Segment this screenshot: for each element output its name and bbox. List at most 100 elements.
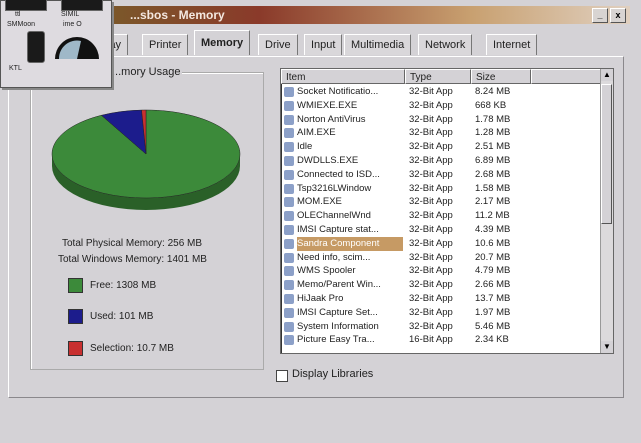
row-type: 32-Bit App [409,265,453,277]
row-type: 32-Bit App [409,141,453,153]
mini-cell-1 [5,0,47,11]
row-type: 32-Bit App [409,320,453,332]
row-item: Picture Easy Tra... [297,334,375,346]
row-type: 32-Bit App [409,237,453,249]
table-row[interactable]: IMSI Capture stat... 32-Bit App 4.39 MB [281,223,601,237]
row-size: 20.7 MB [475,251,511,263]
table-row[interactable]: Sandra Component 32-Bit App 10.6 MB [281,236,601,251]
table-row[interactable]: Socket Notificatio... 32-Bit App 8.24 MB [281,85,601,99]
row-size: 5.46 MB [475,320,511,332]
row-item: Norton AntiVirus [297,113,366,125]
row-type: 32-Bit App [409,155,453,166]
row-item: IMSI Capture Set... [297,306,378,318]
row-item: OLEChannelWnd [297,210,371,222]
tab-drive[interactable]: Drive [258,34,298,55]
process-icon [284,266,294,277]
process-icon [284,156,294,166]
table-row[interactable]: Norton AntiVirus 32-Bit App 1.78 MB [281,113,601,127]
memory-pie-chart [51,109,241,210]
table-row[interactable]: DWDLLS.EXE 32-Bit App 6.89 MB [281,154,601,168]
table-row[interactable]: Connected to ISD... 32-Bit App 2.68 MB [281,168,601,182]
process-icon [284,211,294,222]
tab-memory[interactable]: Memory [194,30,251,55]
window-title: ...sbos - Memory [130,8,225,22]
row-type: 32-Bit App [409,279,453,291]
process-list[interactable]: Item Type Size Socket Notificatio... 32-B… [280,68,614,354]
process-icon [284,87,294,97]
process-icon [284,294,294,304]
tab-network[interactable]: Network [418,34,473,55]
process-icon [284,252,294,263]
row-size: 1.78 MB [475,113,511,125]
table-row[interactable]: HiJaak Pro 32-Bit App 13.7 MB [281,292,601,306]
row-item: System Information [297,320,379,332]
row-size: 668 KB [475,99,507,111]
row-size: 1.58 MB [475,182,511,194]
table-row[interactable]: MOM.EXE 32-Bit App 2.17 MB [281,195,601,209]
row-type: 32-Bit App [409,306,453,318]
table-row[interactable]: OLEChannelWnd 32-Bit App 11.2 MB [281,209,601,223]
row-size: 11.2 MB [475,210,510,222]
table-row[interactable]: Need info, scim... 32-Bit App 20.7 MB [281,251,601,265]
table-row[interactable]: Memo/Parent Win... 32-Bit App 2.66 MB [281,278,601,292]
column-item[interactable]: Item [281,69,405,84]
display-libraries-label[interactable]: Display Libraries [292,368,373,380]
column-size[interactable]: Size [471,69,531,84]
process-icon [284,307,294,318]
display-libraries-checkbox[interactable] [276,370,288,382]
table-row[interactable]: Idle 32-Bit App 2.51 MB [281,140,601,154]
scroll-up-button[interactable]: ▲ [601,69,613,81]
row-item: Tsp3216LWindow [297,182,372,194]
row-item: WMS Spooler [297,265,356,277]
memory-usage-label: ...mory Usage [110,66,183,78]
tab-printer[interactable]: Printer [142,34,189,55]
table-row[interactable]: AIM.EXE 32-Bit App 1.28 MB [281,126,601,140]
selection-swatch [68,341,83,356]
row-size: 13.7 MB [475,293,511,304]
scroll-down-button[interactable]: ▼ [601,341,613,353]
row-item: IMSI Capture stat... [297,224,379,235]
row-item: Socket Notificatio... [297,86,379,97]
row-size: 2.66 MB [475,279,511,291]
tab-multimedia[interactable]: Multimedia [344,34,412,55]
row-item: WMIEXE.EXE [297,99,358,111]
tab-strip: lay Printer Memory Drive Input Multimedi… [100,30,620,56]
row-size: 2.17 MB [475,196,511,208]
table-row[interactable]: System Information 32-Bit App 5.46 MB [281,320,601,334]
process-icon [284,183,294,194]
tab-input[interactable]: Input [304,34,343,55]
tab-internet[interactable]: Internet [486,34,538,55]
column-type[interactable]: Type [405,69,471,84]
row-size: 1.97 MB [475,306,511,318]
row-size: 4.39 MB [475,224,511,235]
total-physical-memory: Total Physical Memory: 256 MB [62,238,203,249]
process-icon [284,238,294,249]
process-icon [284,128,294,139]
row-size: 6.89 MB [475,155,511,166]
row-item: Idle [297,141,313,153]
process-icon [284,280,294,291]
row-type: 32-Bit App [409,210,453,222]
mini-monitor-window: ttl SIMIL SMMoon ime O KTL [0,0,112,88]
row-item: HiJaak Pro [297,293,344,304]
close-button[interactable]: x [610,8,626,23]
process-icon [284,197,294,208]
title-bar[interactable]: ...sbos - Memory _ x [100,6,630,24]
table-row[interactable]: WMIEXE.EXE 32-Bit App 668 KB [281,99,601,113]
gauge-icon [55,37,99,59]
row-type: 16-Bit App [409,334,453,346]
mini-label-2: SIMIL [61,11,80,18]
scroll-thumb[interactable] [601,84,612,224]
list-scrollbar[interactable]: ▲ ▼ [600,69,613,353]
legend-selection: Selection: 10.7 MB [90,343,174,354]
process-icon [284,100,294,111]
table-row[interactable]: WMS Spooler 32-Bit App 4.79 MB [281,264,601,278]
mini-label-5: KTL [9,65,22,72]
table-row[interactable]: Tsp3216LWindow 32-Bit App 1.58 MB [281,182,601,196]
process-icon [284,321,294,332]
row-type: 32-Bit App [409,86,453,97]
table-row[interactable]: Picture Easy Tra... 16-Bit App 2.34 KB [281,333,601,347]
minimize-button[interactable]: _ [592,8,608,23]
app-window: ...sbos - Memory _ x lay Printer Memory … [0,0,641,443]
table-row[interactable]: IMSI Capture Set... 32-Bit App 1.97 MB [281,306,601,320]
